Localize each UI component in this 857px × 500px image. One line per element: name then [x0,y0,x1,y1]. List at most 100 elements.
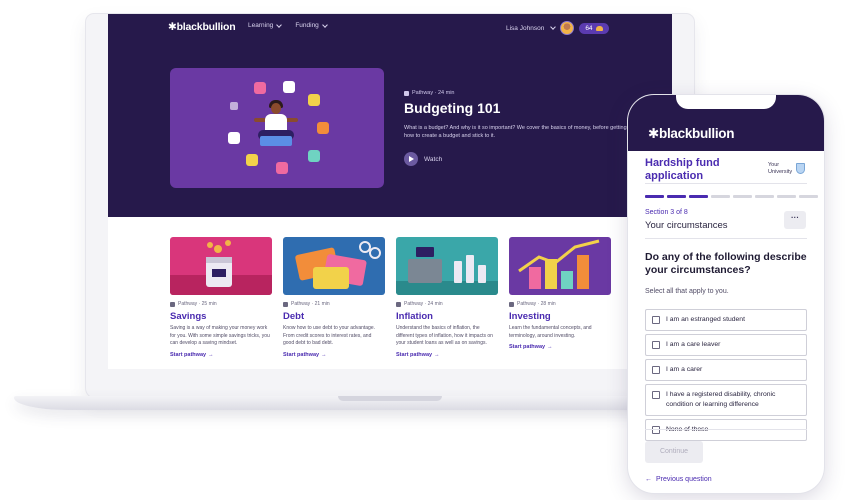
shopping-icon [254,82,266,94]
chevron-down-icon [321,21,328,28]
continue-button[interactable]: Continue [645,441,703,463]
checkbox[interactable] [652,426,660,434]
watch-button[interactable]: Watch [404,152,442,166]
feature-meta: Pathway · 24 min [404,90,455,96]
card-meta: Pathway · 21 min [283,301,385,307]
option-disability[interactable]: I have a registered disability, chronic … [645,384,807,416]
university-name: Your University [768,162,792,175]
university-line-1: Your [768,162,780,168]
site-logo[interactable]: ✱blackbullion [168,21,236,33]
piggy-icon [283,81,295,93]
investing-art [518,239,600,289]
card-title: Inflation [396,311,433,322]
points-badge[interactable]: 64 [579,22,609,34]
investing-illustration [509,237,611,295]
dot-icon [230,102,238,110]
section-name: Your circumstances [645,220,728,231]
card-meta-text: Pathway · 25 min [178,301,217,307]
option-care-leaver[interactable]: I am a care leaver [645,334,807,356]
bag-icon [308,94,320,106]
user-menu[interactable]: Lisa Johnson 64 [506,21,609,35]
debt-art [295,241,381,289]
arrow-right-icon: → [434,351,440,358]
checkbox[interactable] [652,391,660,399]
savings-art [170,240,272,295]
feature-title[interactable]: Budgeting 101 [404,100,500,116]
start-pathway-label: Start pathway [170,351,207,358]
divider [645,183,807,184]
marketing-composite: ✱blackbullion Learning Funding Lisa John… [0,0,857,500]
university-line-2: University [768,168,793,175]
checkbox[interactable] [652,341,660,349]
progress-step [733,195,752,198]
card-description: Understand the basics of inflation, the … [396,325,493,346]
pathway-icon [170,301,175,307]
progress-step-complete [689,195,708,198]
card-title: Savings [170,311,207,322]
progress-step-complete [667,195,686,198]
nav-funding[interactable]: Funding [295,21,328,29]
avatar[interactable] [560,21,575,35]
checkbox[interactable] [652,366,660,374]
start-pathway-label: Start pathway [509,344,546,350]
card-meta-text: Pathway · 24 min [404,301,443,307]
question-heading: Do any of the following describe your ci… [645,251,807,276]
phone-bill-icon [228,132,240,144]
option-estranged[interactable]: I am an estranged student [645,309,807,331]
pathway-icon [396,301,401,307]
nav-learning[interactable]: Learning [248,21,283,29]
wallet-icon [260,136,292,146]
option-label: I am a carer [666,366,703,373]
section-label: Section 3 of 8 [645,209,688,216]
nav-funding-label: Funding [295,22,319,29]
start-pathway-link[interactable]: Start pathway → [396,352,498,358]
form-progress [645,195,818,198]
budgeting-illustration[interactable] [170,68,384,188]
inflation-art [396,247,498,295]
arrow-right-icon: → [208,351,214,358]
progress-step [755,195,774,198]
progress-step-complete [645,195,664,198]
card-description: Know how to use debt to your advantage. … [283,325,376,346]
start-pathway-link[interactable]: Start pathway → [509,344,611,350]
question-hint: Select all that apply to you. [645,288,729,295]
card-meta: Pathway · 25 min [170,301,272,307]
person-head [271,103,281,114]
pathway-icon [404,90,409,96]
progress-step [777,195,796,198]
heart-icon [308,150,320,162]
university-logo: Your University [768,162,806,175]
savings-illustration [170,237,272,295]
card-title: Investing [509,311,551,322]
divider [645,238,807,239]
divider [645,429,807,430]
more-options-button[interactable]: ··· [784,211,806,229]
debt-illustration [283,237,385,295]
watch-label: Watch [424,155,443,163]
option-label: I am a care leaver [666,341,721,348]
pathway-icon [509,301,514,307]
play-icon [404,152,418,166]
nav-learning-label: Learning [248,22,274,29]
pathway-card-investing[interactable]: Pathway · 28 min Investing Learn the fun… [509,237,611,369]
card-meta: Pathway · 28 min [509,301,611,307]
checkbox[interactable] [652,316,660,324]
start-pathway-link[interactable]: Start pathway → [283,352,385,358]
progress-step [799,195,818,198]
user-name: Lisa Johnson [506,24,545,32]
option-label: None of these [666,425,708,435]
card-title: Debt [283,311,305,322]
top-nav: ✱blackbullion Learning Funding Lisa John… [108,14,672,42]
phone-logo[interactable]: ✱blackbullion [648,126,734,142]
pathway-card-inflation[interactable]: Pathway · 24 min Inflation Understand th… [396,237,498,369]
pathway-card-savings[interactable]: Pathway · 25 min Savings Saving is a way… [170,237,272,369]
previous-question-link[interactable]: ← Previous question [645,476,712,483]
start-pathway-link[interactable]: Start pathway → [170,352,272,358]
laptop-screen: ✱blackbullion Learning Funding Lisa John… [108,14,672,369]
progress-step [711,195,730,198]
option-none[interactable]: None of these [645,419,807,441]
nav-links: Learning Funding [248,21,328,29]
option-carer[interactable]: I am a carer [645,359,807,381]
phone-frame: ✱blackbullion Hardship fund application … [628,95,824,493]
pathway-card-debt[interactable]: Pathway · 21 min Debt Know how to use de… [283,237,385,369]
